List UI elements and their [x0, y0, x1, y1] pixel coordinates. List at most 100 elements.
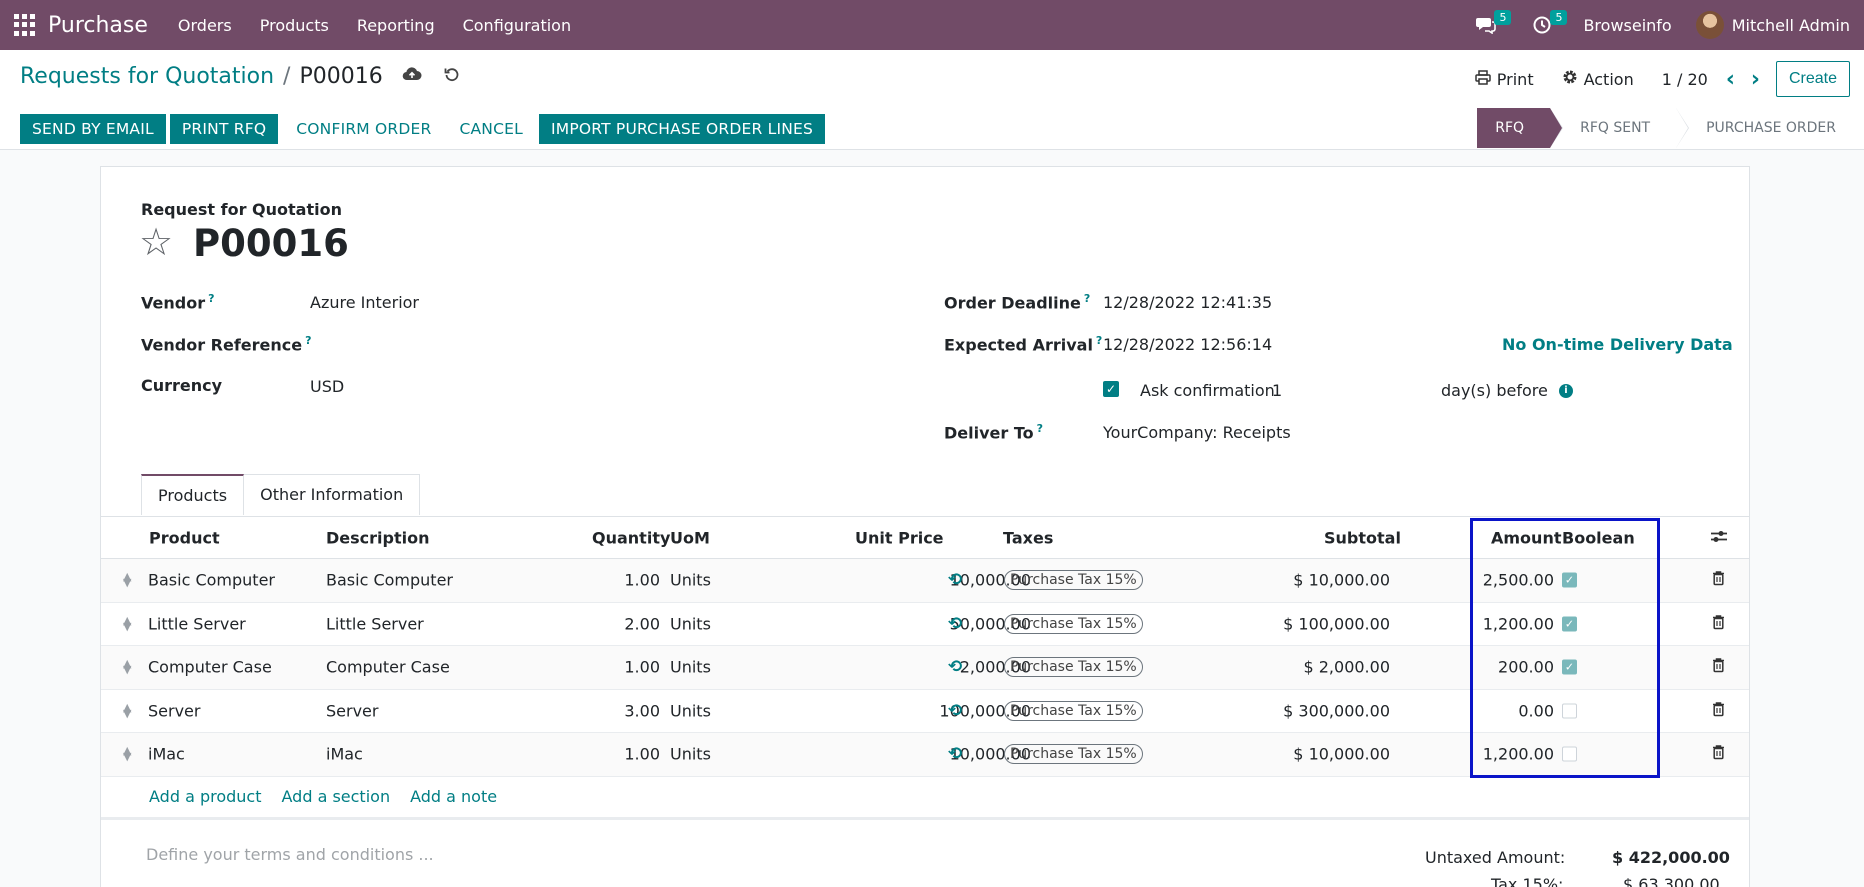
- add-section-link[interactable]: Add a section: [282, 787, 391, 806]
- col-product[interactable]: Product: [149, 528, 220, 547]
- cell-amount[interactable]: 2,500.00: [1483, 571, 1554, 590]
- menu-orders[interactable]: Orders: [178, 16, 232, 35]
- cell-boolean-checkbox[interactable]: [1562, 746, 1577, 762]
- cell-product[interactable]: Little Server: [148, 614, 246, 633]
- tab-products[interactable]: Products: [141, 474, 245, 515]
- cell-uom[interactable]: Units: [670, 745, 711, 764]
- table-row[interactable]: ▲ ▼ Little Server Little Server 2.00 Units 50,…: [101, 603, 1749, 646]
- expected-arrival-field[interactable]: 12/28/2022 12:56:14: [1103, 335, 1272, 354]
- optional-columns-toggle-icon[interactable]: [1710, 528, 1728, 547]
- cell-description[interactable]: Server: [326, 701, 378, 720]
- on-time-delivery-link[interactable]: No On-time Delivery Data: [1502, 335, 1733, 354]
- cell-quantity[interactable]: 1.00: [624, 745, 660, 764]
- tax-tag[interactable]: Purchase Tax 15%: [1004, 700, 1143, 721]
- cell-product[interactable]: Computer Case: [148, 658, 272, 677]
- deliver-to-field[interactable]: YourCompany: Receipts: [1103, 423, 1291, 442]
- send-by-email-button[interactable]: SEND BY EMAIL: [20, 114, 166, 144]
- action-button[interactable]: Action: [1562, 69, 1634, 89]
- cell-description[interactable]: Little Server: [326, 614, 424, 633]
- cell-uom[interactable]: Units: [670, 701, 711, 720]
- discard-undo-icon[interactable]: [441, 66, 463, 87]
- tax-tag[interactable]: Purchase Tax 15%: [1004, 657, 1143, 678]
- delete-row-trash-icon[interactable]: [1712, 614, 1725, 633]
- cell-quantity[interactable]: 1.00: [624, 571, 660, 590]
- row-drag-handle-icon[interactable]: ▲ ▼: [123, 658, 131, 675]
- cell-quantity[interactable]: 3.00: [624, 701, 660, 720]
- vendor-field[interactable]: Azure Interior: [310, 293, 419, 312]
- stage-purchase-order[interactable]: PURCHASE ORDER: [1676, 108, 1864, 148]
- reset-price-icon[interactable]: ⟲: [948, 614, 962, 634]
- cell-quantity[interactable]: 1.00: [624, 658, 660, 677]
- pager-previous-icon[interactable]: ‹: [1726, 67, 1735, 92]
- apps-menu-icon[interactable]: [14, 14, 36, 36]
- menu-configuration[interactable]: Configuration: [463, 16, 572, 35]
- table-row[interactable]: ▲ ▼ Computer Case Computer Case 1.00 Units 2,0…: [101, 646, 1749, 690]
- cell-amount[interactable]: 200.00: [1498, 658, 1554, 677]
- delete-row-trash-icon[interactable]: [1712, 571, 1725, 590]
- activities-clock-icon[interactable]: 5: [1527, 10, 1568, 40]
- star-icon[interactable]: ☆: [139, 223, 173, 261]
- user-menu[interactable]: Mitchell Admin: [1732, 16, 1850, 35]
- add-product-link[interactable]: Add a product: [149, 787, 262, 806]
- table-row[interactable]: ▲ ▼ Basic Computer Basic Computer 1.00 Units 1…: [101, 559, 1749, 603]
- reset-price-icon[interactable]: ⟲: [948, 701, 962, 721]
- table-row[interactable]: ▲ ▼ Server Server 3.00 Units 100,000.00 ⟲ Purcha…: [101, 690, 1749, 733]
- row-drag-handle-icon[interactable]: ▲ ▼: [123, 571, 131, 588]
- stage-rfq-sent[interactable]: RFQ SENT: [1550, 108, 1689, 148]
- tax-tag[interactable]: Purchase Tax 15%: [1004, 613, 1143, 634]
- tax-tag[interactable]: Purchase Tax 15%: [1004, 570, 1143, 591]
- menu-products[interactable]: Products: [260, 16, 329, 35]
- cell-product[interactable]: Basic Computer: [148, 571, 275, 590]
- cell-product[interactable]: Server: [148, 701, 200, 720]
- pager-value[interactable]: 1 / 20: [1662, 70, 1708, 89]
- col-quantity[interactable]: Quantity: [592, 528, 670, 547]
- cell-boolean-checkbox[interactable]: [1562, 703, 1577, 719]
- currency-field[interactable]: USD: [310, 377, 344, 396]
- add-note-link[interactable]: Add a note: [410, 787, 497, 806]
- delete-row-trash-icon[interactable]: [1712, 701, 1725, 720]
- delete-row-trash-icon[interactable]: [1712, 745, 1725, 764]
- cell-amount[interactable]: 0.00: [1518, 701, 1554, 720]
- pager-next-icon[interactable]: ›: [1751, 67, 1760, 92]
- cell-quantity[interactable]: 2.00: [624, 614, 660, 633]
- tab-other-information[interactable]: Other Information: [244, 474, 421, 515]
- cell-boolean-checkbox[interactable]: ✓: [1562, 572, 1577, 588]
- menu-reporting[interactable]: Reporting: [357, 16, 435, 35]
- row-drag-handle-icon[interactable]: ▲ ▼: [123, 702, 131, 719]
- tax-tag[interactable]: Purchase Tax 15%: [1004, 744, 1143, 765]
- delete-row-trash-icon[interactable]: [1712, 658, 1725, 677]
- user-avatar[interactable]: [1695, 11, 1724, 39]
- cloud-upload-icon[interactable]: [401, 66, 423, 87]
- reset-price-icon[interactable]: ⟲: [948, 570, 962, 590]
- confirm-order-button[interactable]: CONFIRM ORDER: [282, 114, 445, 144]
- table-row[interactable]: ▲ ▼ iMac iMac 1.00 Units 10,000.00 ⟲ Purchase Ta…: [101, 733, 1749, 777]
- import-purchase-order-lines-button[interactable]: IMPORT PURCHASE ORDER LINES: [538, 114, 826, 144]
- ask-confirmation-checkbox[interactable]: ✓: [1103, 381, 1119, 397]
- reset-price-icon[interactable]: ⟲: [948, 744, 962, 764]
- breadcrumb-rfq-link[interactable]: Requests for Quotation: [20, 64, 274, 89]
- cell-amount[interactable]: 1,200.00: [1483, 745, 1554, 764]
- cell-description[interactable]: Computer Case: [326, 658, 450, 677]
- cell-uom[interactable]: Units: [670, 614, 711, 633]
- create-button[interactable]: Create: [1775, 61, 1850, 97]
- vendor-reference-field[interactable]: [310, 332, 810, 358]
- cancel-button[interactable]: CANCEL: [445, 114, 536, 144]
- messages-icon[interactable]: 5: [1471, 10, 1512, 40]
- cell-uom[interactable]: Units: [670, 658, 711, 677]
- order-deadline-field[interactable]: 12/28/2022 12:41:35: [1103, 293, 1272, 312]
- row-drag-handle-icon[interactable]: ▲ ▼: [123, 745, 131, 762]
- terms-and-conditions-input[interactable]: Define your terms and conditions ...: [146, 845, 434, 864]
- col-subtotal[interactable]: Subtotal: [1324, 528, 1401, 547]
- col-taxes[interactable]: Taxes: [1003, 528, 1053, 547]
- reset-price-icon[interactable]: ⟲: [948, 657, 962, 677]
- cell-description[interactable]: iMac: [326, 745, 363, 764]
- cell-boolean-checkbox[interactable]: ✓: [1562, 616, 1577, 632]
- app-name[interactable]: Purchase: [48, 13, 148, 38]
- col-amount[interactable]: Amount: [1491, 528, 1561, 547]
- col-boolean[interactable]: Boolean: [1562, 528, 1635, 547]
- stage-rfq[interactable]: RFQ: [1477, 108, 1562, 148]
- row-drag-handle-icon[interactable]: ▲ ▼: [123, 615, 131, 632]
- cell-boolean-checkbox[interactable]: ✓: [1562, 659, 1577, 675]
- col-uom[interactable]: UoM: [670, 528, 710, 547]
- print-rfq-button[interactable]: PRINT RFQ: [169, 114, 279, 144]
